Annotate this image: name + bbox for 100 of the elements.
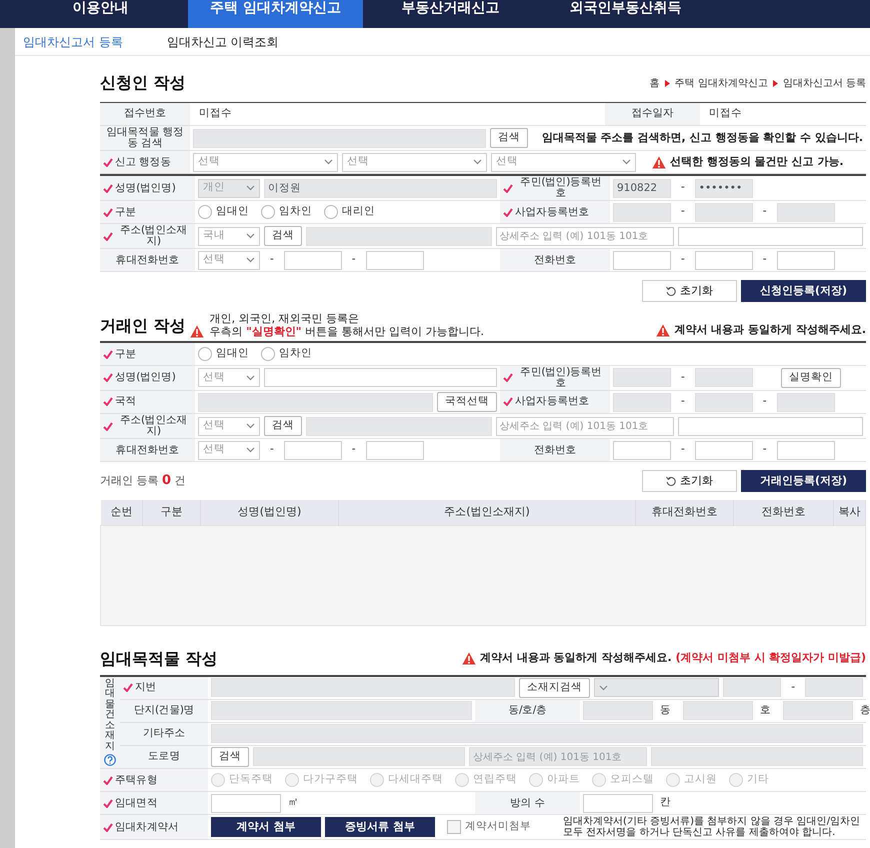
breadcrumb-link[interactable]: 주택 임대차계약신고 — [674, 76, 768, 90]
dash-separator: - — [352, 252, 356, 268]
input-field[interactable]: 상세주소 입력 (예) 101동 101호 — [496, 226, 674, 246]
unit-label: ㎡ — [288, 795, 299, 810]
breadcrumb-link[interactable]: 임대차신고서 등록 — [782, 76, 866, 90]
radio-button[interactable] — [198, 347, 212, 362]
required-check-icon — [103, 397, 113, 406]
required-check-icon — [503, 397, 513, 406]
caret-icon — [246, 423, 255, 430]
search-button[interactable]: 소재지검색 — [519, 678, 590, 698]
dash-separator: - — [762, 204, 767, 220]
field-label: 임대목적물 행정동 검색 — [105, 127, 185, 150]
attach-button[interactable]: 계약서 첨부 — [211, 817, 321, 838]
warning-emphasis: (계약서 미첨부 시 확정일자가 미발급) — [676, 650, 866, 666]
field-value: 미접수 — [199, 106, 232, 122]
warning-icon — [462, 652, 476, 666]
help-icon[interactable] — [104, 754, 116, 766]
field-label: 성명(법인명) — [115, 372, 176, 384]
input-field[interactable] — [284, 250, 342, 270]
search-button[interactable]: 국적선택 — [437, 392, 497, 412]
field-label: 접수일자 — [631, 108, 674, 120]
input-field[interactable]: 상세주소 입력 (예) 101동 101호 — [496, 416, 674, 436]
required-check-icon — [503, 184, 513, 193]
reset-icon — [666, 476, 676, 486]
search-button[interactable]: 검색 — [211, 746, 249, 767]
input-field[interactable] — [211, 794, 281, 813]
field-label: 단지(건물)명 — [134, 705, 194, 716]
caret-icon — [622, 159, 631, 166]
radio-button[interactable] — [261, 205, 275, 220]
notice-text: 우측의 "실명확인" 버튼을 통해서만 입력이 가능합니다. — [210, 325, 484, 338]
caret-icon — [246, 257, 255, 264]
nav-tab[interactable]: 이용안내 — [13, 0, 188, 28]
column-header: 휴대전화번호 — [636, 500, 734, 526]
field-label: 신고 행정동 — [115, 156, 171, 168]
search-button[interactable]: 검색 — [490, 128, 528, 148]
field-label: 주소(법인소재지) — [118, 225, 188, 248]
dash-separator: - — [681, 442, 685, 458]
caret-icon — [324, 159, 333, 166]
input-field[interactable] — [613, 250, 671, 270]
attach-button[interactable]: 증빙서류 첨부 — [325, 817, 435, 838]
dash-separator: - — [681, 180, 685, 196]
save-button[interactable]: 거래인등록(저장) — [741, 470, 866, 492]
warning-icon — [652, 156, 666, 169]
nav-tab[interactable]: 외국인부동산취득 — [538, 0, 713, 28]
breadcrumb-link[interactable]: 홈 — [650, 76, 660, 90]
field-label: 휴대전화번호 — [116, 444, 180, 456]
input-field[interactable] — [583, 794, 653, 813]
input-field[interactable] — [366, 250, 424, 270]
required-check-icon — [103, 422, 113, 431]
field-label: 사업자등록번호 — [515, 396, 590, 408]
required-check-icon — [503, 208, 513, 217]
field-label: 임대면적 — [115, 798, 158, 809]
input-field[interactable] — [613, 440, 671, 460]
save-button[interactable]: 신청인등록(저장) — [741, 280, 866, 302]
field-label: 주택유형 — [115, 774, 158, 786]
input-field[interactable] — [678, 416, 863, 436]
caret-icon — [599, 684, 608, 691]
reset-button[interactable]: 초기화 — [642, 470, 737, 492]
input-field[interactable] — [776, 250, 835, 270]
input-field[interactable] — [264, 368, 497, 388]
reset-button[interactable]: 초기화 — [642, 280, 737, 302]
caret-icon — [246, 185, 255, 192]
input-field[interactable] — [776, 440, 835, 460]
breadcrumb-separator-icon — [664, 80, 670, 86]
input-field[interactable] — [284, 440, 342, 460]
required-check-icon — [103, 158, 113, 167]
radio-button[interactable] — [324, 205, 338, 220]
radio-label: 오피스텔 — [610, 772, 654, 788]
checkbox[interactable] — [447, 820, 461, 834]
warning-text: 계약서 내용과 동일하게 작성해주세요. — [674, 322, 866, 338]
field-label: 주소(법인소재지) — [118, 415, 188, 438]
unit-label: 층 — [860, 702, 870, 718]
nav-tab[interactable]: 부동산거래신고 — [363, 0, 538, 28]
radio-label: 임대인 — [216, 204, 249, 220]
dash-separator: - — [352, 442, 356, 458]
input-field[interactable] — [678, 226, 863, 246]
field-label: 휴대전화번호 — [116, 254, 180, 266]
nav-tab[interactable]: 주택 임대차계약신고 — [188, 0, 363, 28]
column-header: 주소(법인소재지) — [338, 500, 636, 526]
reset-icon — [666, 286, 676, 296]
radio-button[interactable] — [198, 205, 212, 220]
search-button[interactable]: 검색 — [264, 226, 302, 246]
required-check-icon — [103, 822, 113, 832]
search-button[interactable]: 실명확인 — [780, 368, 841, 388]
input-field[interactable] — [366, 440, 424, 460]
input-field[interactable] — [694, 440, 753, 460]
hint-text: 임대목적물 주소를 검색하면, 신고 행정동을 확인할 수 있습니다. — [542, 130, 863, 146]
field-label: 전화번호 — [534, 444, 576, 456]
input-field[interactable] — [694, 250, 753, 270]
sub-tab[interactable]: 임대차신고 이력조회 — [166, 32, 279, 50]
sub-tab[interactable]: 임대차신고서 등록 — [23, 32, 123, 50]
unit-label: 호 — [760, 702, 771, 718]
field-label: 임대차계약서 — [115, 822, 179, 833]
field-label: 지번 — [135, 682, 156, 694]
field-label: 기타주소 — [142, 728, 186, 740]
radio-button[interactable] — [261, 347, 275, 362]
search-button[interactable]: 검색 — [264, 416, 302, 436]
field-label: 국적 — [115, 396, 136, 408]
breadcrumb-separator-icon — [772, 80, 778, 86]
dash-separator: - — [791, 680, 795, 695]
